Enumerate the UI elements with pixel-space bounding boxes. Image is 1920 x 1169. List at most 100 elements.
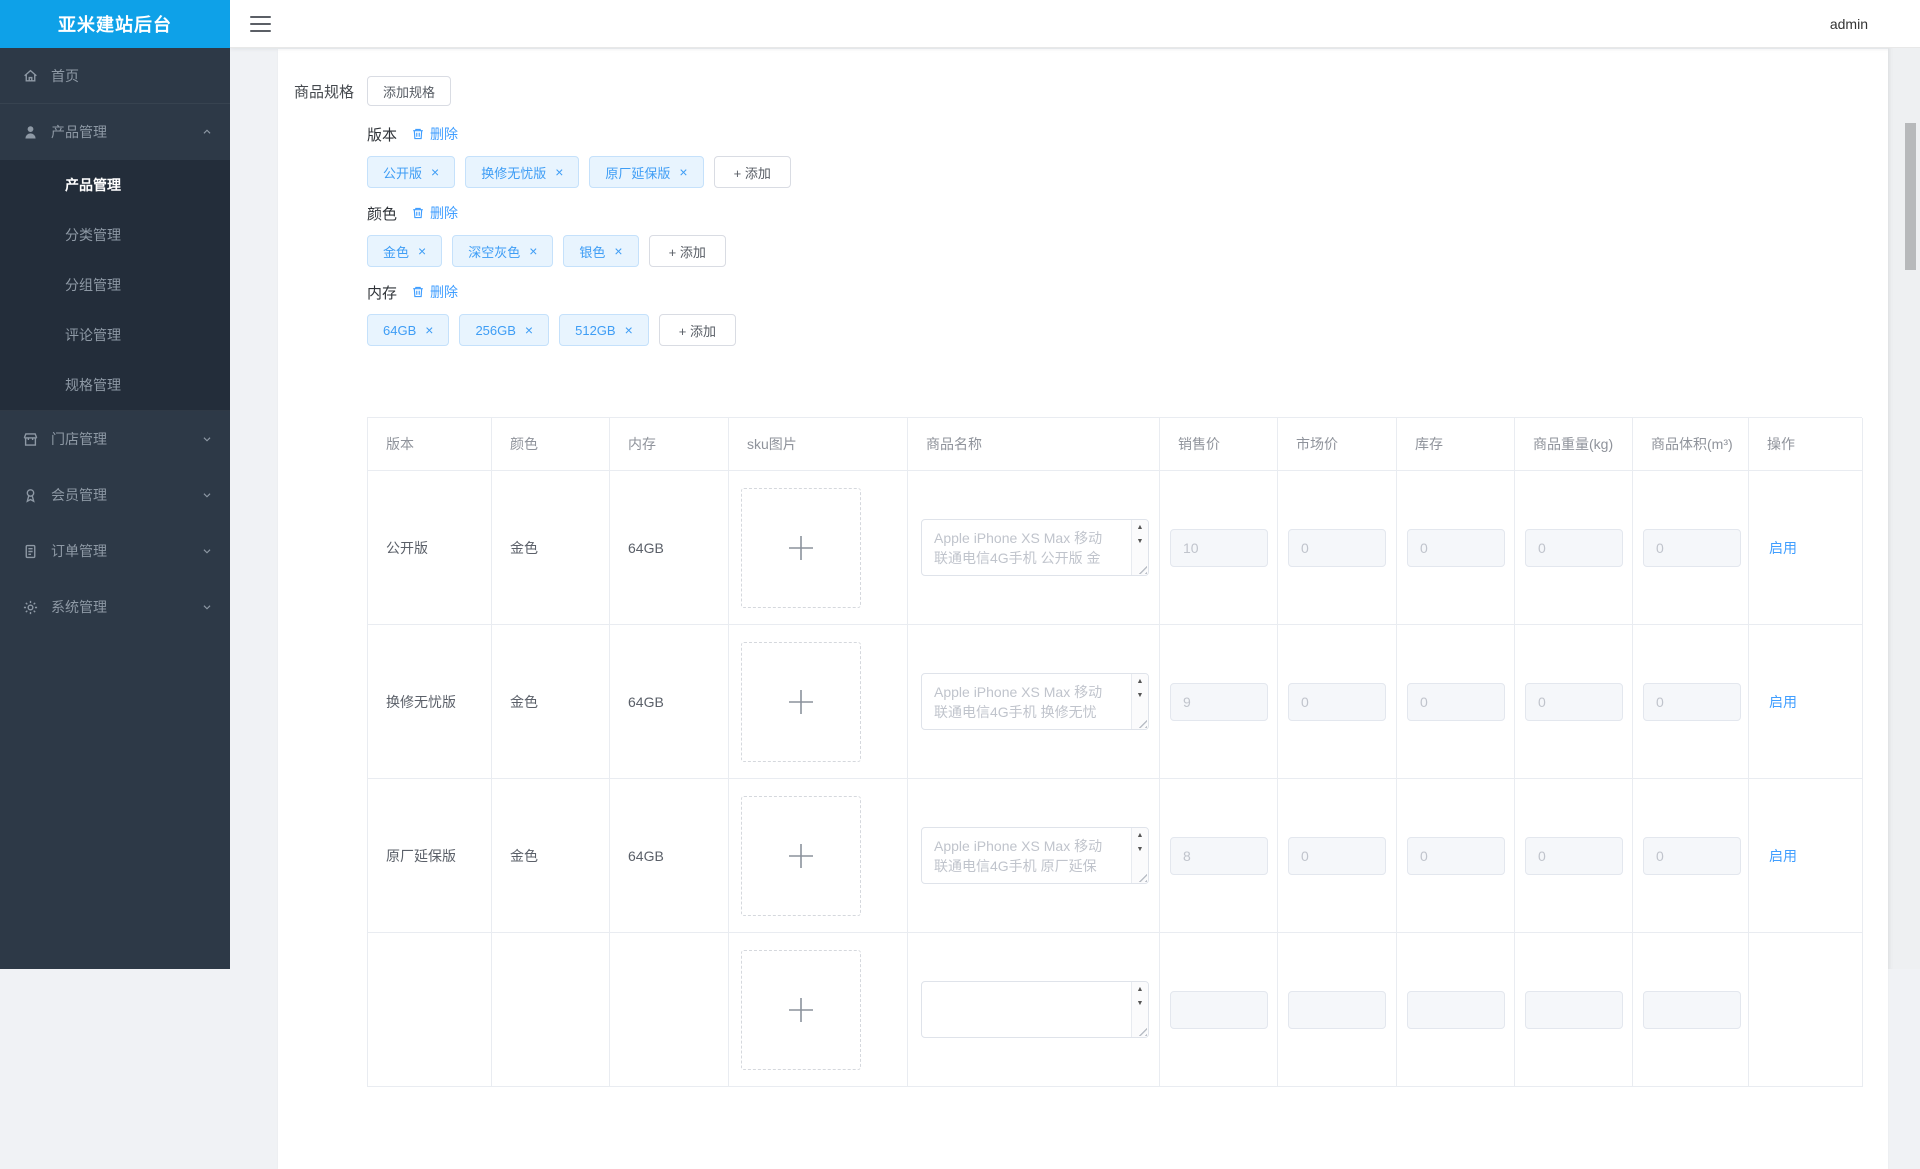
market-price-input[interactable] (1288, 837, 1386, 875)
sale-price-input[interactable] (1170, 837, 1268, 875)
tag-label: 512GB (575, 323, 615, 338)
product-name-line2: 联通电信4G手机 公开版 金 (934, 548, 1124, 568)
scroll-up-icon[interactable] (1132, 831, 1148, 841)
tag-close-icon[interactable] (525, 323, 533, 337)
cell-memory (610, 933, 729, 1087)
scroll-down-icon[interactable] (1132, 537, 1148, 547)
cell-product-name: Apple iPhone XS Max 移动 联通电信4G手机 原厂延保 (908, 779, 1160, 933)
tag-close-icon[interactable] (431, 165, 439, 179)
scroll-up-icon[interactable] (1132, 985, 1148, 995)
sidebar-item-member-management[interactable]: 会员管理 (0, 467, 230, 523)
add-value-button[interactable]: + 添加 (659, 314, 736, 346)
content-card: 商品规格 添加规格 版本 删除 公开版 换修无忧版 原厂延保版 + 添加 颜色 (278, 49, 1888, 1169)
textarea-scrollbar[interactable] (1131, 674, 1148, 729)
page-scrollbar-track[interactable] (1888, 48, 1920, 969)
spec-delete-button[interactable]: 删除 (411, 203, 458, 223)
sku-image-upload[interactable] (741, 642, 861, 762)
tag-close-icon[interactable] (555, 165, 563, 179)
textarea-scrollbar[interactable] (1131, 982, 1148, 1037)
add-value-button[interactable]: + 添加 (649, 235, 726, 267)
admin-user-menu[interactable]: admin (1830, 16, 1868, 32)
cell-sale-price (1160, 933, 1278, 1087)
tag-close-icon[interactable] (418, 244, 426, 258)
sidebar-item-home[interactable]: 首页 (0, 48, 230, 104)
tag-close-icon[interactable] (625, 323, 633, 337)
resize-grip-icon[interactable] (1135, 870, 1147, 882)
resize-grip-icon[interactable] (1135, 562, 1147, 574)
product-name-textarea[interactable]: Apple iPhone XS Max 移动 联通电信4G手机 公开版 金 (921, 519, 1149, 576)
sidebar-item-system-management[interactable]: 系统管理 (0, 579, 230, 635)
cell-weight (1515, 779, 1633, 933)
sidebar-item-order-management[interactable]: 订单管理 (0, 523, 230, 579)
market-price-input[interactable] (1288, 991, 1386, 1029)
hamburger-menu-icon[interactable] (250, 16, 271, 32)
sidebar-item-group-management[interactable]: 分组管理 (0, 260, 230, 310)
enable-link[interactable]: 启用 (1769, 692, 1797, 712)
volume-input[interactable] (1643, 683, 1741, 721)
cell-weight (1515, 933, 1633, 1087)
textarea-scrollbar[interactable] (1131, 828, 1148, 883)
spec-delete-button[interactable]: 删除 (411, 124, 458, 144)
stock-input[interactable] (1407, 529, 1505, 567)
scroll-down-icon[interactable] (1132, 999, 1148, 1009)
memory-value: 64GB (628, 540, 664, 556)
chevron-down-icon (200, 488, 214, 502)
volume-input[interactable] (1643, 837, 1741, 875)
product-name-textarea[interactable]: Apple iPhone XS Max 移动 联通电信4G手机 原厂延保 (921, 827, 1149, 884)
sku-image-upload[interactable] (741, 796, 861, 916)
page-scrollbar-thumb[interactable] (1905, 123, 1916, 270)
weight-input[interactable] (1525, 683, 1623, 721)
weight-input[interactable] (1525, 991, 1623, 1029)
product-name-textarea[interactable]: Apple iPhone XS Max 移动 联通电信4G手机 换修无忧 (921, 673, 1149, 730)
tag-close-icon[interactable] (679, 165, 687, 179)
sidebar-item-spec-management[interactable]: 规格管理 (0, 360, 230, 410)
sale-price-input[interactable] (1170, 683, 1268, 721)
sale-price-input[interactable] (1170, 529, 1268, 567)
stock-input[interactable] (1407, 837, 1505, 875)
cell-market-price (1278, 625, 1397, 779)
add-value-button[interactable]: + 添加 (714, 156, 791, 188)
color-value: 金色 (510, 692, 538, 712)
stock-input[interactable] (1407, 991, 1505, 1029)
sidebar-item-comment-management[interactable]: 评论管理 (0, 310, 230, 360)
sku-image-upload[interactable] (741, 488, 861, 608)
add-value-label: + 添加 (734, 166, 771, 181)
cell-volume (1633, 471, 1749, 625)
weight-input[interactable] (1525, 837, 1623, 875)
tag-close-icon[interactable] (425, 323, 433, 337)
volume-input[interactable] (1643, 991, 1741, 1029)
sidebar-item-label: 产品管理 (51, 122, 200, 142)
scroll-down-icon[interactable] (1132, 845, 1148, 855)
tag-close-icon[interactable] (614, 244, 622, 258)
sku-image-upload[interactable] (741, 950, 861, 1070)
textarea-scrollbar[interactable] (1131, 520, 1148, 575)
cell-color: 金色 (492, 779, 610, 933)
market-price-input[interactable] (1288, 529, 1386, 567)
volume-input[interactable] (1643, 529, 1741, 567)
scroll-down-icon[interactable] (1132, 691, 1148, 701)
scroll-up-icon[interactable] (1132, 677, 1148, 687)
cell-volume (1633, 779, 1749, 933)
scroll-up-icon[interactable] (1132, 523, 1148, 533)
spec-value-tag: 256GB (459, 314, 549, 346)
resize-grip-icon[interactable] (1135, 1024, 1147, 1036)
cell-volume (1633, 933, 1749, 1087)
table-header-cell: sku图片 (729, 418, 908, 471)
tag-close-icon[interactable] (529, 244, 537, 258)
spec-delete-button[interactable]: 删除 (411, 282, 458, 302)
sidebar-item-product-management[interactable]: 产品管理 (0, 104, 230, 160)
add-spec-button[interactable]: 添加规格 (367, 76, 451, 106)
stock-input[interactable] (1407, 683, 1505, 721)
product-name-textarea[interactable] (921, 981, 1149, 1038)
tag-label: 256GB (475, 323, 515, 338)
enable-link[interactable]: 启用 (1769, 538, 1797, 558)
sidebar-item-store-management[interactable]: 门店管理 (0, 411, 230, 467)
resize-grip-icon[interactable] (1135, 716, 1147, 728)
weight-input[interactable] (1525, 529, 1623, 567)
product-name-line2: 联通电信4G手机 换修无忧 (934, 702, 1124, 722)
sidebar-item-product-management-sub[interactable]: 产品管理 (0, 160, 230, 210)
market-price-input[interactable] (1288, 683, 1386, 721)
sidebar-item-category-management[interactable]: 分类管理 (0, 210, 230, 260)
enable-link[interactable]: 启用 (1769, 846, 1797, 866)
sale-price-input[interactable] (1170, 991, 1268, 1029)
